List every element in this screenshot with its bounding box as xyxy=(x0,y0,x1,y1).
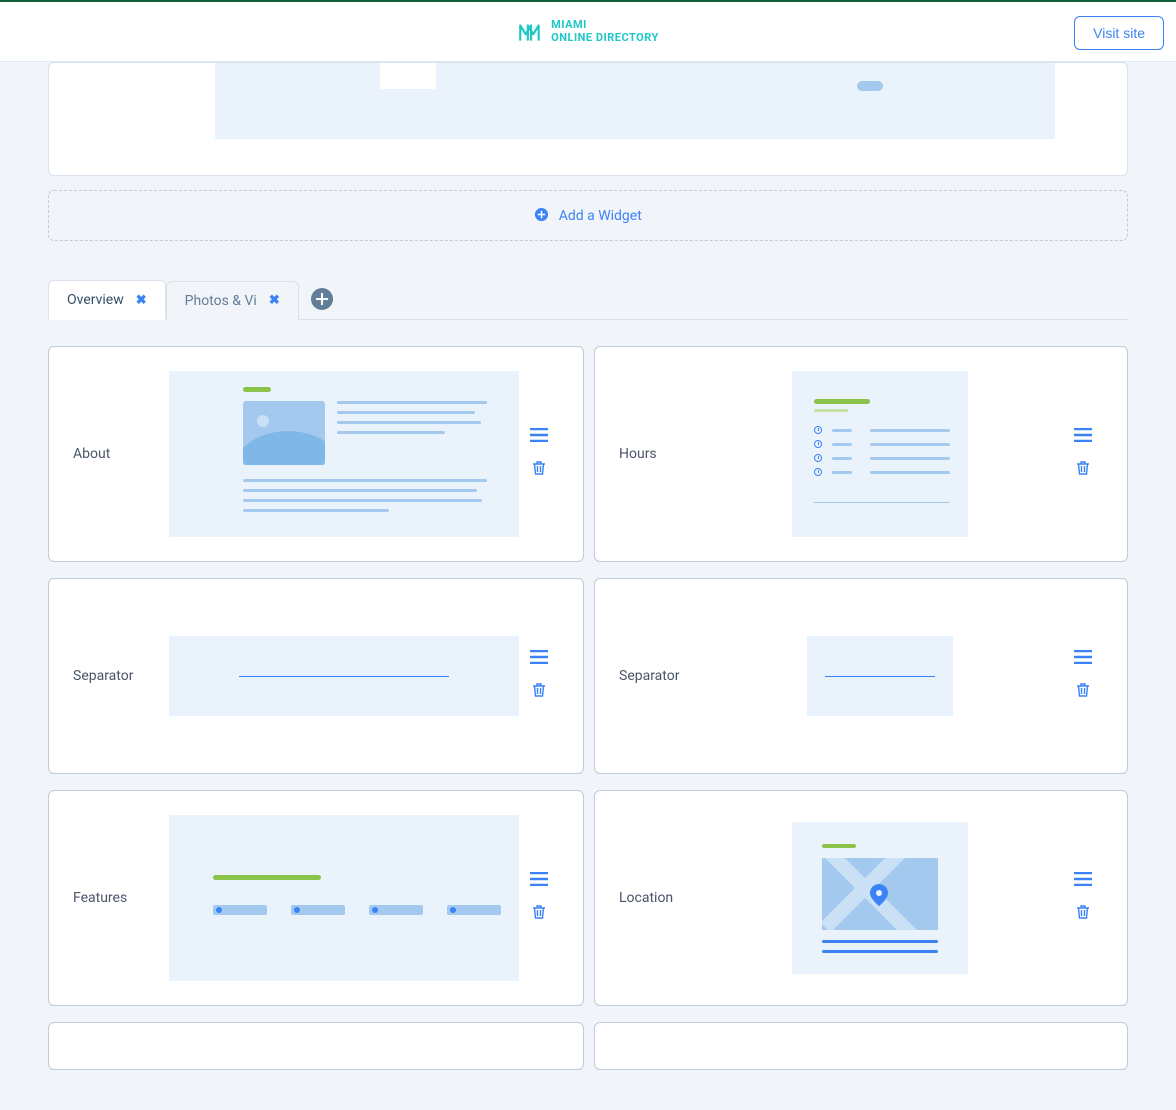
drag-icon[interactable] xyxy=(530,650,548,668)
add-widget-button[interactable]: Add a Widget xyxy=(48,190,1128,241)
widget-label: Hours xyxy=(619,446,697,462)
trash-icon[interactable] xyxy=(1076,682,1090,702)
widgets-grid: About Hours xyxy=(48,346,1128,1070)
widget-preview xyxy=(169,815,519,981)
widget-preview xyxy=(697,371,1063,537)
close-icon[interactable]: ✖ xyxy=(269,293,280,308)
add-widget-label: Add a Widget xyxy=(559,208,642,224)
tab-label: Overview xyxy=(67,292,124,308)
widget-about[interactable]: About xyxy=(48,346,584,562)
close-icon[interactable]: ✖ xyxy=(136,293,147,308)
page-content: Add a Widget Overview ✖ Photos & Vi ✖ Ab… xyxy=(24,62,1152,1110)
top-bar: MIAMI ONLINE DIRECTORY Visit site xyxy=(0,0,1176,62)
widget-preview xyxy=(169,636,519,716)
trash-icon[interactable] xyxy=(1076,904,1090,924)
drag-icon[interactable] xyxy=(530,428,548,446)
widget-label: Separator xyxy=(73,668,169,684)
widget-preview xyxy=(697,822,1063,974)
tab-overview[interactable]: Overview ✖ xyxy=(48,280,166,320)
widget-preview xyxy=(169,371,519,537)
widget-label: About xyxy=(73,446,169,462)
drag-icon[interactable] xyxy=(1074,650,1092,668)
widget-features[interactable]: Features xyxy=(48,790,584,1006)
visit-site-button[interactable]: Visit site xyxy=(1074,16,1164,50)
widget-label: Location xyxy=(619,890,697,906)
widget-preview xyxy=(697,636,1063,716)
widget-label: Features xyxy=(73,890,169,906)
plus-icon xyxy=(315,292,329,306)
upper-widget-preview xyxy=(215,63,1055,139)
upper-widget-card xyxy=(48,62,1128,176)
add-tab-button[interactable] xyxy=(311,288,333,310)
widget-placeholder[interactable] xyxy=(48,1022,584,1070)
widget-location[interactable]: Location xyxy=(594,790,1128,1006)
drag-icon[interactable] xyxy=(1074,872,1092,890)
widget-label: Separator xyxy=(619,668,697,684)
site-logo: MIAMI ONLINE DIRECTORY xyxy=(517,19,659,45)
widget-placeholder[interactable] xyxy=(594,1022,1128,1070)
tab-photos-videos[interactable]: Photos & Vi ✖ xyxy=(166,281,299,320)
plus-circle-icon xyxy=(534,207,549,222)
tab-label: Photos & Vi xyxy=(185,293,257,309)
widget-separator[interactable]: Separator xyxy=(48,578,584,774)
widget-separator[interactable]: Separator xyxy=(594,578,1128,774)
trash-icon[interactable] xyxy=(1076,460,1090,480)
trash-icon[interactable] xyxy=(532,904,546,924)
map-pin-icon xyxy=(870,884,888,906)
drag-icon[interactable] xyxy=(1074,428,1092,446)
logo-text-line1: MIAMI xyxy=(551,19,659,31)
logo-text-line2: ONLINE DIRECTORY xyxy=(551,32,659,44)
tabs-bar: Overview ✖ Photos & Vi ✖ xyxy=(48,279,1128,320)
widget-hours[interactable]: Hours xyxy=(594,346,1128,562)
logo-mark-icon xyxy=(517,19,543,45)
trash-icon[interactable] xyxy=(532,682,546,702)
trash-icon[interactable] xyxy=(532,460,546,480)
drag-icon[interactable] xyxy=(530,872,548,890)
